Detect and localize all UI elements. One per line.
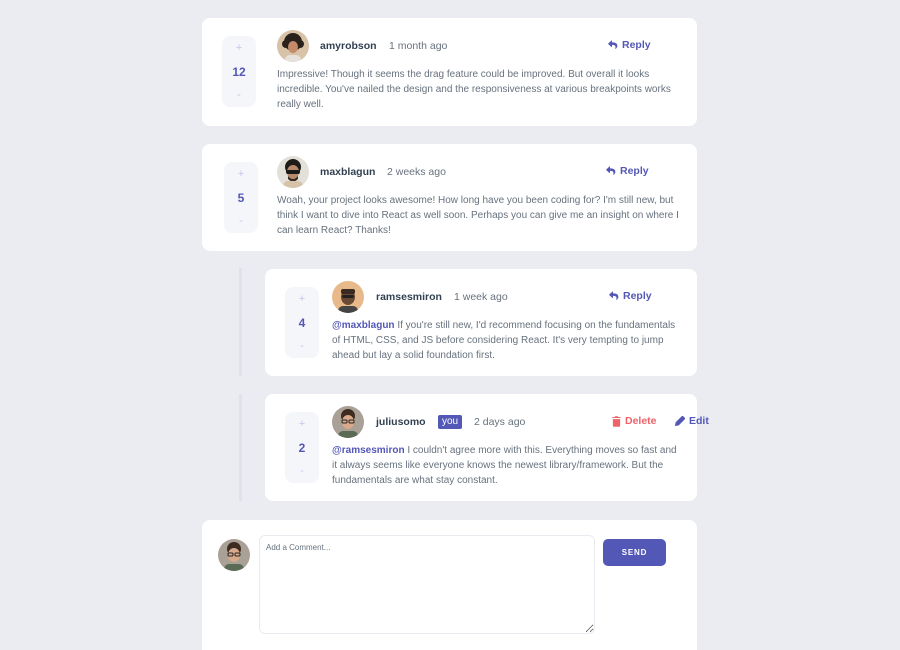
- upvote-button[interactable]: +: [299, 417, 305, 431]
- vote-widget: + 5 -: [224, 162, 258, 233]
- downvote-button[interactable]: -: [300, 464, 304, 478]
- comment-card: + 12 - amyrobson 1 month ago Reply Impre…: [202, 18, 697, 126]
- downvote-button[interactable]: -: [300, 339, 304, 353]
- score: 2: [298, 440, 306, 455]
- reply-icon: [609, 291, 619, 300]
- avatar: [277, 156, 309, 188]
- edit-label: Edit: [689, 415, 709, 427]
- comment-card: + 5 - maxblagun 2 weeks ago Reply Woah, …: [202, 144, 697, 251]
- score: 4: [298, 315, 306, 330]
- reply-button[interactable]: Reply: [606, 165, 649, 177]
- downvote-button[interactable]: -: [239, 214, 243, 228]
- trash-icon: [612, 415, 621, 427]
- username[interactable]: ramsesmiron: [376, 291, 442, 303]
- comment-text: Woah, your project looks awesome! How lo…: [277, 195, 679, 236]
- edit-button[interactable]: Edit: [675, 415, 709, 427]
- timestamp: 2 weeks ago: [387, 166, 446, 178]
- comment-text: Impressive! Though it seems the drag fea…: [277, 69, 671, 110]
- avatar: [332, 281, 364, 313]
- thread-line: [239, 268, 242, 376]
- timestamp: 1 month ago: [389, 40, 448, 52]
- upvote-button[interactable]: +: [238, 167, 244, 181]
- reply-icon: [606, 166, 616, 175]
- avatar: [277, 30, 309, 62]
- reply-icon: [608, 40, 618, 49]
- send-button[interactable]: SEND: [603, 539, 666, 566]
- thread-line: [239, 394, 242, 501]
- timestamp: 1 week ago: [454, 291, 508, 303]
- reply-card: + 4 - ramsesmiron 1 week ago Reply @maxb…: [265, 269, 697, 376]
- avatar: [332, 406, 364, 438]
- mention[interactable]: @ramsesmiron: [332, 445, 405, 456]
- comment-text: @ramsesmiron I couldn't agree more with …: [332, 445, 677, 486]
- score: 5: [237, 190, 245, 205]
- timestamp: 2 days ago: [474, 416, 526, 428]
- reply-card: + 2 - juliusomo you 2 days ago Delete Ed…: [265, 394, 709, 501]
- score: 12: [232, 64, 246, 79]
- delete-label: Delete: [625, 415, 657, 427]
- comment-text: @maxblagun If you're still new, I'd reco…: [332, 320, 676, 361]
- reply-button[interactable]: Reply: [608, 39, 651, 51]
- delete-button[interactable]: Delete: [612, 415, 657, 427]
- username[interactable]: juliusomo: [376, 416, 426, 428]
- reply-button[interactable]: Reply: [609, 290, 652, 302]
- username[interactable]: amyrobson: [320, 40, 377, 52]
- mention[interactable]: @maxblagun: [332, 320, 395, 331]
- upvote-button[interactable]: +: [236, 41, 242, 55]
- reply-label: Reply: [622, 39, 651, 51]
- vote-widget: + 2 -: [285, 412, 319, 483]
- downvote-button[interactable]: -: [237, 88, 241, 102]
- you-badge: you: [438, 415, 463, 429]
- reply-label: Reply: [623, 290, 652, 302]
- upvote-button[interactable]: +: [299, 292, 305, 306]
- pencil-icon: [675, 416, 685, 426]
- vote-widget: + 12 -: [222, 36, 256, 107]
- comment-input[interactable]: [259, 535, 595, 634]
- username[interactable]: maxblagun: [320, 166, 375, 178]
- reply-label: Reply: [620, 165, 649, 177]
- current-user-avatar: [218, 539, 250, 571]
- vote-widget: + 4 -: [285, 287, 319, 358]
